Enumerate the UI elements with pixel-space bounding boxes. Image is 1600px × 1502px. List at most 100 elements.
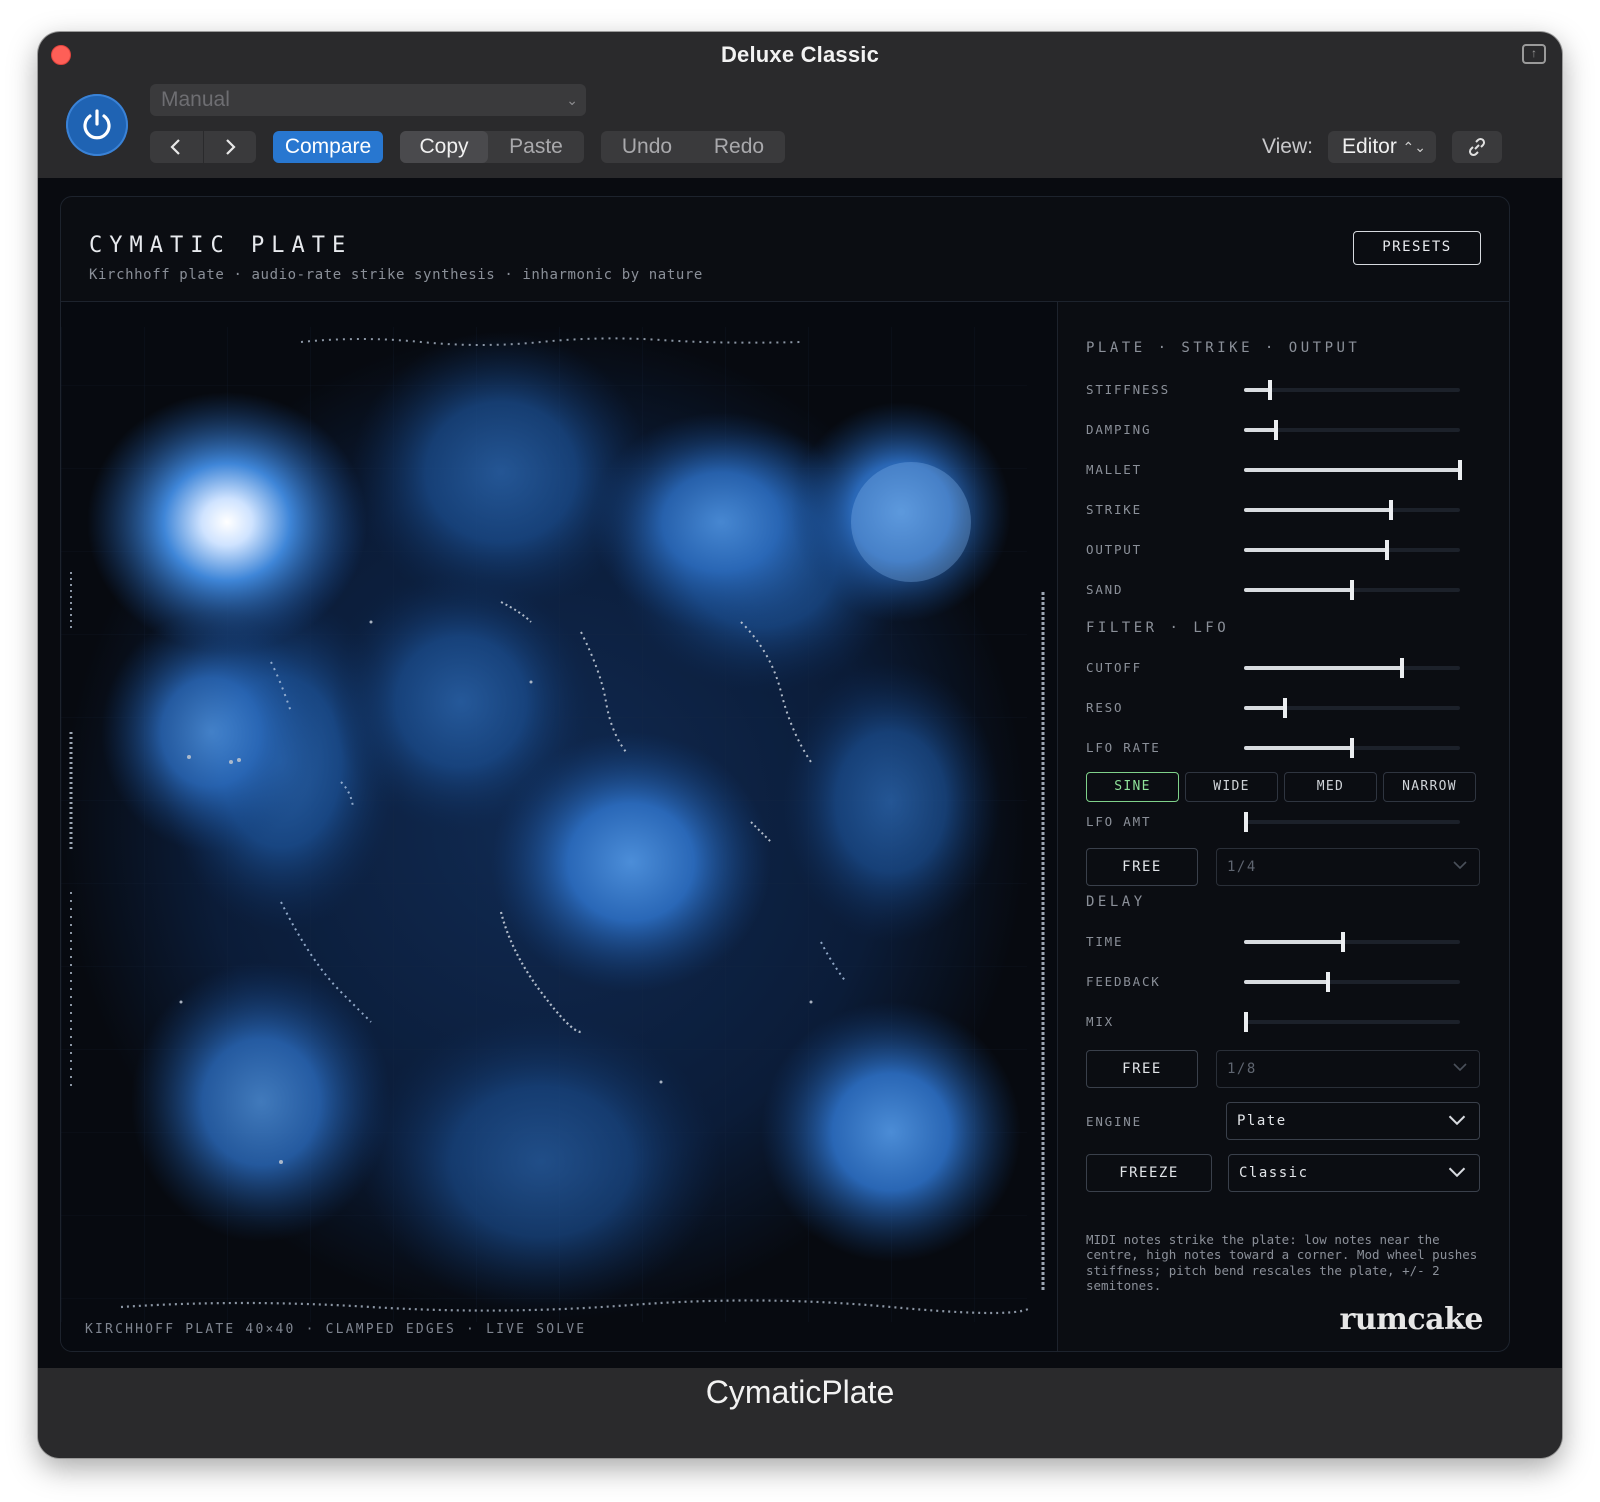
slider-label: OUTPUT [1086,542,1142,557]
slider-label: TIME [1086,934,1124,949]
link-button[interactable] [1452,131,1502,163]
up-down-chevron-icon: ⌃⌄ [1402,139,1426,155]
slider-thumb[interactable] [1267,380,1272,400]
view-select[interactable]: Editor ⌃⌄ [1328,131,1436,163]
slider-thumb[interactable] [1244,1012,1249,1032]
slider-label: SAND [1086,582,1124,597]
slider-track[interactable] [1244,932,1460,952]
info-text: MIDI notes strike the plate: low notes n… [1086,1232,1478,1293]
slider-track[interactable] [1244,580,1460,600]
slider-label: FEEDBACK [1086,974,1161,989]
slider-lfo-rate[interactable]: LFO RATE [1086,736,1482,760]
plate-visualization[interactable]: KIRCHHOFF PLATE 40×40 · CLAMPED EDGES · … [61,302,1057,1351]
plate-footnote: KIRCHHOFF PLATE 40×40 · CLAMPED EDGES · … [85,1322,587,1337]
slider-track[interactable] [1244,738,1460,758]
preset-navigation [150,131,256,163]
delay-division-select[interactable]: 1/8 [1216,1050,1480,1088]
control-panel: PLATE · STRIKE · OUTPUT STIFFNESS DAMPIN… [1058,302,1509,1351]
slider-fill [1244,468,1460,472]
freeze-button[interactable]: FREEZE [1086,1154,1212,1192]
slider-thumb[interactable] [1388,500,1393,520]
delay-sync-mode-button[interactable]: FREE [1086,1050,1198,1088]
slider-mix[interactable]: MIX [1086,1010,1482,1034]
chevron-left-icon [170,139,181,155]
slider-thumb[interactable] [1458,460,1462,480]
presets-button[interactable]: PRESETS [1353,231,1481,265]
compare-button[interactable]: Compare [273,131,383,163]
redo-button[interactable]: Redo [693,131,785,163]
slider-track[interactable] [1244,460,1462,480]
slider-label: LFO AMT [1086,814,1152,829]
slider-thumb[interactable] [1341,932,1346,952]
slider-reso[interactable]: RESO [1086,696,1482,720]
slider-mallet[interactable]: MALLET [1086,458,1482,482]
undo-redo-group: Undo Redo [601,131,785,163]
slider-track[interactable] [1244,500,1460,520]
slider-track[interactable] [1244,972,1460,992]
previous-preset-button[interactable] [150,131,203,163]
engine-value: Plate [1237,1113,1287,1129]
undo-button[interactable]: Undo [601,131,693,163]
engine-select[interactable]: Plate [1226,1102,1480,1140]
next-preset-button[interactable] [203,131,256,163]
copy-paste-group: Copy Paste [400,131,584,163]
lfo-sync-mode-button[interactable]: FREE [1086,848,1198,886]
lfo-division-select[interactable]: 1/4 [1216,848,1480,886]
view-label: View: [1262,135,1313,158]
slider-thumb[interactable] [1274,420,1279,440]
plugin-body: CYMATIC PLATE Kirchhoff plate · audio-ra… [38,178,1562,1368]
slider-time[interactable]: TIME [1086,930,1482,954]
paste-button[interactable]: Paste [488,131,584,163]
brand-logo: rumcake [1339,1302,1484,1337]
section-heading-filter: FILTER · LFO [1086,620,1230,636]
slider-damping[interactable]: DAMPING [1086,418,1482,442]
power-button[interactable] [66,94,128,156]
slider-output[interactable]: OUTPUT [1086,538,1482,562]
expand-icon[interactable]: ↑ [1522,44,1546,64]
lfo-shape-narrow-button[interactable]: NARROW [1383,772,1476,802]
slider-label: STIFFNESS [1086,382,1170,397]
slider-thumb[interactable] [1350,738,1354,758]
slider-track[interactable] [1244,420,1460,440]
slider-track[interactable] [1244,658,1460,678]
slider-thumb[interactable] [1350,580,1354,600]
slider-thumb[interactable] [1384,540,1389,560]
window-title: Deluxe Classic [720,42,880,67]
lfo-shape-wide-button[interactable]: WIDE [1185,772,1278,802]
slider-feedback[interactable]: FEEDBACK [1086,970,1482,994]
slider-cutoff[interactable]: CUTOFF [1086,656,1482,680]
plugin-panel: CYMATIC PLATE Kirchhoff plate · audio-ra… [60,196,1510,1352]
slider-thumb[interactable] [1399,658,1404,678]
chevron-down-icon [1453,861,1467,869]
slider-track[interactable] [1244,1012,1460,1032]
slider-track[interactable] [1244,698,1460,718]
copy-button[interactable]: Copy [400,131,488,163]
slider-label: RESO [1086,700,1124,715]
lfo-shape-med-button[interactable]: MED [1284,772,1377,802]
preset-select[interactable]: Manual ⌄ [150,84,586,116]
chevron-right-icon [225,139,236,155]
plugin-window: Deluxe Classic ↑ Manual ⌄ Compare Copy P… [38,32,1562,1458]
slider-thumb[interactable] [1326,972,1331,992]
slider-strike[interactable]: STRIKE [1086,498,1482,522]
slider-track[interactable] [1244,380,1460,400]
slider-track[interactable] [1244,812,1460,832]
slider-fill [1244,508,1391,512]
slider-thumb[interactable] [1244,812,1249,832]
plugin-title: CYMATIC PLATE [89,233,353,258]
slider-fill [1244,940,1344,944]
slider-track[interactable] [1244,540,1460,560]
freeze-mode-select[interactable]: Classic [1228,1154,1480,1192]
lfo-shape-sine-button[interactable]: SINE [1086,772,1179,802]
slider-fill [1244,706,1286,710]
slider-fill [1244,588,1352,592]
slider-label: CUTOFF [1086,660,1142,675]
slider-lfo-amt[interactable]: LFO AMT [1086,810,1482,834]
slider-thumb[interactable] [1283,698,1288,718]
plugin-name-bar: CymaticPlate [38,1368,1562,1458]
slider-sand[interactable]: SAND [1086,578,1482,602]
slider-fill [1244,548,1387,552]
slider-stiffness[interactable]: STIFFNESS [1086,378,1482,402]
chevron-down-icon [1453,1063,1467,1071]
lfo-division-value: 1/4 [1227,859,1257,875]
